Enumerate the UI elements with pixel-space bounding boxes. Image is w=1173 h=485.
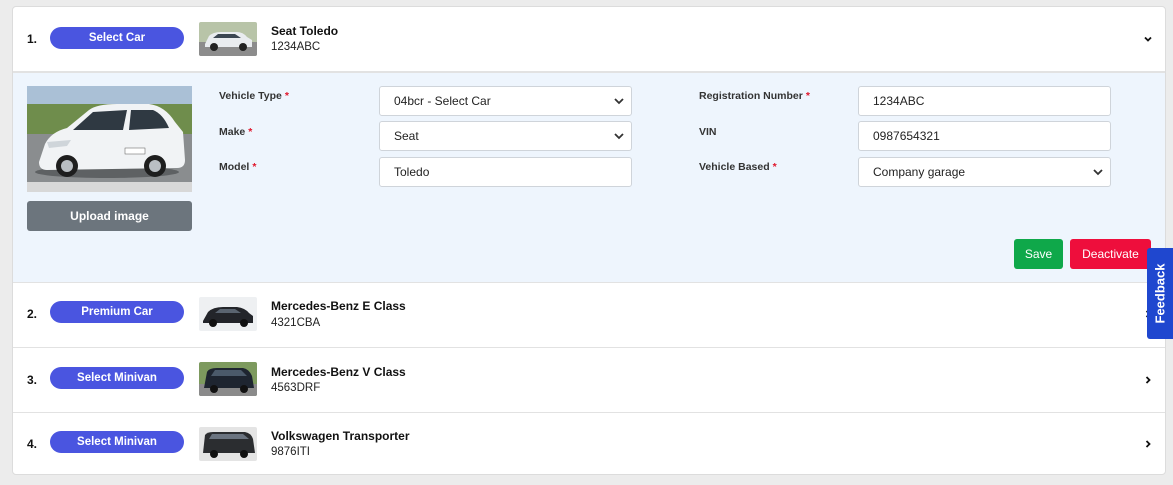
row-number: 4. xyxy=(27,437,38,451)
vehicle-row-2[interactable]: 2. Premium Car Mercedes-Benz E Class 432… xyxy=(13,283,1165,348)
feedback-tab[interactable]: Feedback xyxy=(1147,248,1173,339)
vehicle-name: Seat Toledo xyxy=(271,24,339,38)
registration-number-input[interactable]: 1234ABC xyxy=(858,86,1111,116)
vehicle-category-badge: Premium Car xyxy=(50,301,184,323)
row-number: 2. xyxy=(27,307,38,321)
vehicle-category-badge: Select Car xyxy=(50,27,184,49)
vin-input[interactable]: 0987654321 xyxy=(858,121,1111,151)
make-label: Make * xyxy=(219,126,253,138)
model-label: Model * xyxy=(219,161,257,173)
chevron-right-icon[interactable] xyxy=(1141,437,1155,451)
registration-number-label: Registration Number * xyxy=(699,90,810,102)
row-number: 1. xyxy=(27,32,38,46)
vehicle-plate: 1234ABC xyxy=(271,41,321,53)
vehicle-photo xyxy=(27,86,192,192)
vehicle-plate: 4563DRF xyxy=(271,382,321,394)
vehicle-thumbnail xyxy=(199,362,257,396)
vehicle-row-3[interactable]: 3. Select Minivan Mercedes-Benz V Class … xyxy=(13,348,1165,413)
feedback-label: Feedback xyxy=(1152,263,1168,324)
vehicle-category-badge: Select Minivan xyxy=(50,367,184,389)
make-select[interactable]: Seat xyxy=(379,121,632,151)
chevron-down-icon xyxy=(1093,169,1103,176)
vehicle-type-label: Vehicle Type * xyxy=(219,90,289,102)
vehicle-plate: 9876ITI xyxy=(271,446,310,458)
vehicle-plate: 4321CBA xyxy=(271,317,321,329)
vehicle-name: Mercedes-Benz V Class xyxy=(271,365,406,379)
vehicle-row-4[interactable]: 4. Select Minivan Volkswagen Transporter… xyxy=(13,413,1165,474)
vehicle-type-select[interactable]: 04bcr - Select Car xyxy=(379,86,632,116)
deactivate-button[interactable]: Deactivate xyxy=(1070,239,1151,269)
vehicle-row-1[interactable]: 1. Select Car Seat Toledo 1234ABC xyxy=(13,7,1165,72)
chevron-down-icon[interactable] xyxy=(1141,32,1155,46)
chevron-down-icon xyxy=(614,133,624,140)
chevron-right-icon[interactable] xyxy=(1141,373,1155,387)
vehicle-thumbnail xyxy=(199,427,257,461)
vehicle-thumbnail xyxy=(199,22,257,56)
model-input[interactable]: Toledo xyxy=(379,157,632,187)
chevron-down-icon xyxy=(614,98,624,105)
vehicle-based-label: Vehicle Based * xyxy=(699,161,777,173)
vehicle-detail-form: Upload image Vehicle Type * Make * Model * … xyxy=(13,72,1165,283)
save-button[interactable]: Save xyxy=(1014,239,1063,269)
vehicle-category-badge: Select Minivan xyxy=(50,431,184,453)
vehicle-based-select[interactable]: Company garage xyxy=(858,157,1111,187)
vehicle-name: Volkswagen Transporter xyxy=(271,429,410,443)
row-number: 3. xyxy=(27,373,38,387)
vehicle-name: Mercedes-Benz E Class xyxy=(271,299,406,313)
vin-label: VIN xyxy=(699,126,717,138)
upload-image-button[interactable]: Upload image xyxy=(27,201,192,231)
vehicle-thumbnail xyxy=(199,297,257,331)
vehicle-list-panel: 1. Select Car Seat Toledo 1234ABC Upload… xyxy=(12,6,1166,475)
